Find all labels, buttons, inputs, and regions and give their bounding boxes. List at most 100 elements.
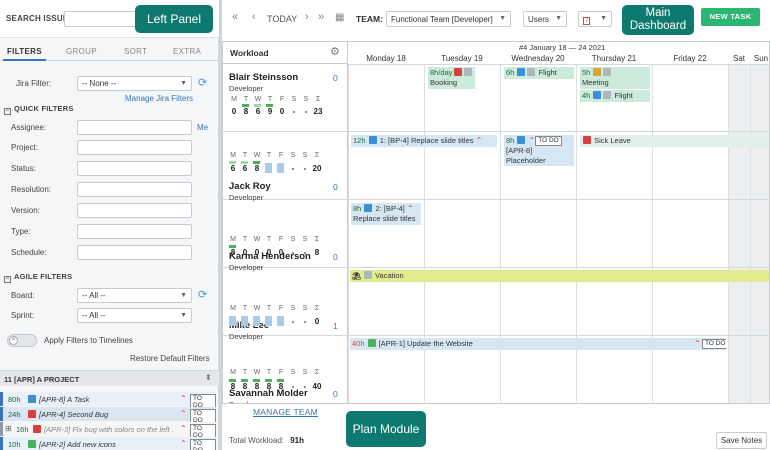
manage-jira-filters-link[interactable]: Manage Jira Filters bbox=[125, 94, 193, 103]
weekend-column[interactable] bbox=[750, 64, 769, 403]
event-sick-leave[interactable]: Sick Leave bbox=[580, 135, 769, 147]
save-notes-button[interactable]: Save Notes bbox=[716, 432, 767, 449]
day-value: - bbox=[291, 164, 295, 173]
event-bp4-task[interactable]: 12h 1: [BP-4] Replace slide titles ⌃ bbox=[351, 135, 497, 147]
task-row[interactable]: 10h [APR-2] Add new icons ⌃ TO DO bbox=[0, 437, 216, 450]
refresh-icon[interactable]: ⟳ bbox=[198, 289, 210, 301]
sort-icon[interactable]: ⬍ bbox=[205, 373, 212, 382]
event-flight[interactable]: 6h Flight bbox=[504, 67, 574, 79]
day-header: Wednesday 20 bbox=[511, 54, 565, 63]
version-input[interactable] bbox=[77, 203, 192, 218]
event-title: Sick Leave bbox=[594, 136, 631, 145]
jira-filter-select[interactable]: -- None -- ▼ bbox=[77, 76, 192, 91]
day-column[interactable] bbox=[424, 64, 500, 403]
resource-row[interactable]: Blair Steinsson Developer 0 M T W T F S … bbox=[223, 65, 348, 132]
day-column[interactable] bbox=[500, 64, 576, 403]
task-row[interactable]: ⊞ 16h [APR-3] Fix bug with colors on the… bbox=[0, 422, 216, 440]
project-input[interactable] bbox=[77, 140, 192, 155]
restore-defaults-link[interactable]: Restore Default Filters bbox=[130, 354, 210, 363]
tab-group[interactable]: GROUP bbox=[66, 47, 97, 56]
event-title: Flight bbox=[538, 68, 557, 77]
tab-extra[interactable]: EXTRA bbox=[173, 47, 201, 56]
apply-filters-toggle[interactable]: ✕ bbox=[7, 334, 37, 347]
double-chevron-left-icon[interactable]: « bbox=[232, 11, 238, 23]
row-divider bbox=[348, 199, 769, 200]
project-header[interactable]: 11 [APR] A PROJECT ⬍ bbox=[0, 370, 219, 386]
team-select[interactable]: Functional Team [Developer] ▼ bbox=[386, 11, 511, 27]
tab-sort[interactable]: SORT bbox=[124, 47, 147, 56]
event-booking[interactable]: 8h/day Booking bbox=[428, 67, 475, 89]
workload-table-mike: M T W T F S S Σ - - 0 bbox=[228, 300, 328, 330]
project-label: Project: bbox=[11, 143, 39, 152]
event-hours: 8h bbox=[506, 136, 515, 145]
chevron-right-icon[interactable]: › bbox=[305, 11, 309, 23]
calendar-view-select[interactable]: 7 ▼ bbox=[578, 11, 612, 27]
calendar-day-icon: 7 bbox=[583, 17, 591, 25]
new-task-button[interactable]: NEW TASK bbox=[701, 8, 760, 26]
board-value: -- All -- bbox=[82, 291, 106, 300]
weekend-column[interactable] bbox=[728, 64, 750, 403]
tab-filters[interactable]: FILTERS bbox=[3, 47, 46, 61]
resource-role: Developer bbox=[229, 84, 264, 93]
day-column[interactable] bbox=[576, 64, 652, 403]
jira-filter-value: -- None -- bbox=[82, 79, 117, 88]
manage-team-link[interactable]: MANAGE TEAM bbox=[253, 407, 318, 417]
vacation-icon: ⛱ bbox=[352, 273, 361, 280]
event-flight[interactable]: 4h Flight bbox=[580, 90, 650, 102]
task-icon bbox=[368, 136, 377, 144]
quick-filters-header[interactable]: − QUICK FILTERS bbox=[4, 104, 74, 115]
row-divider bbox=[348, 335, 769, 336]
task-row[interactable]: 24h [APR-4] Second Bug ⌃ TO DO bbox=[0, 407, 216, 425]
sprint-select[interactable]: -- All -- ▼ bbox=[77, 308, 192, 323]
calendar-icon bbox=[453, 68, 462, 76]
event-apr1[interactable]: 40h [APR-1] Update the Website ⌃ TO DO bbox=[350, 338, 726, 350]
today-button[interactable]: TODAY bbox=[267, 14, 297, 24]
weekday: T bbox=[266, 236, 272, 243]
day-column[interactable] bbox=[652, 64, 728, 403]
task-icon bbox=[364, 204, 373, 212]
weekday: Σ bbox=[314, 305, 320, 312]
week-title: #4 January 18 — 24 2021 bbox=[519, 43, 606, 52]
resource-name: Blair Steinsson bbox=[229, 72, 299, 83]
resource-column: Workload ⚙ Blair Steinsson Developer 0 M… bbox=[223, 42, 348, 403]
type-input[interactable] bbox=[77, 224, 192, 239]
gear-icon[interactable]: ⚙ bbox=[330, 45, 340, 58]
weekday: W bbox=[253, 305, 261, 312]
event-meeting[interactable]: 5h Meeting bbox=[580, 67, 650, 89]
event-vacation[interactable]: ⛱ Vacation bbox=[350, 270, 769, 282]
task-row[interactable]: 80h [APR-8] A Task ⌃ TO DO bbox=[0, 392, 216, 410]
weekday: S bbox=[302, 369, 308, 376]
board-select[interactable]: -- All -- ▼ bbox=[77, 288, 192, 303]
weekday: T bbox=[242, 305, 248, 312]
event-title: [APR-1] Update the Website bbox=[378, 339, 473, 348]
double-chevron-right-icon[interactable]: » bbox=[318, 11, 324, 23]
expand-icon[interactable]: ⊞ bbox=[5, 424, 12, 433]
weekday: F bbox=[278, 369, 284, 376]
chevron-down-icon: ▼ bbox=[180, 292, 187, 299]
day-column[interactable] bbox=[348, 64, 424, 403]
resolution-input[interactable] bbox=[77, 182, 192, 197]
schedule-input[interactable] bbox=[77, 245, 192, 260]
day-value: 8 bbox=[230, 248, 236, 257]
agile-filters-header[interactable]: − AGILE FILTERS bbox=[4, 272, 72, 283]
task-name: [APR-8] A Task bbox=[39, 395, 90, 404]
resource-count: 0 bbox=[333, 252, 338, 262]
assignee-input[interactable] bbox=[77, 120, 192, 135]
event-title: Booking bbox=[430, 78, 458, 87]
event-title: Flight bbox=[614, 91, 633, 100]
status-input[interactable] bbox=[77, 161, 192, 176]
calendar-icon[interactable]: ▦ bbox=[335, 12, 344, 23]
day-value: - bbox=[291, 382, 295, 391]
sprint-value: -- All -- bbox=[82, 311, 106, 320]
event-apr8[interactable]: 8h ⌃ TO DO [APR-8] Placeholder bbox=[504, 135, 574, 166]
event-hours: 8h/day bbox=[430, 68, 453, 77]
day-value: 8 bbox=[242, 382, 248, 391]
day-value: 9 bbox=[267, 107, 273, 116]
refresh-icon[interactable]: ⟳ bbox=[198, 77, 210, 89]
event-bp4-task-2[interactable]: 8h 2: [BP-4] ⌃ Replace slide titles bbox=[351, 203, 421, 225]
me-link[interactable]: Me bbox=[197, 123, 208, 132]
weekday: W bbox=[253, 369, 261, 376]
weekday: T bbox=[266, 305, 272, 312]
chevron-left-icon[interactable]: ‹ bbox=[252, 11, 256, 23]
users-select[interactable]: Users ▼ bbox=[523, 11, 567, 27]
